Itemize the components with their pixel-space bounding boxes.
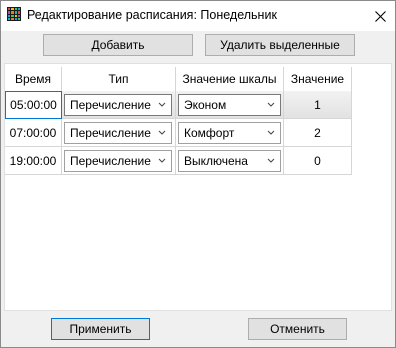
scale-value-cell: Выключена xyxy=(176,147,284,175)
time-cell[interactable]: 05:00:00 xyxy=(5,91,62,119)
window-title: Редактирование расписания: Понедельник xyxy=(27,8,277,22)
apply-button[interactable]: Применить xyxy=(51,318,150,340)
toolbar: Добавить Удалить выделенные xyxy=(1,31,395,61)
scale-value-cell: Эконом xyxy=(176,91,284,119)
chevron-down-icon xyxy=(267,158,275,163)
chevron-down-icon xyxy=(267,130,275,135)
column-header-scale-value[interactable]: Значение шкалы xyxy=(176,67,284,91)
table-row[interactable]: 07:00:00 Перечисление Комфорт 2 xyxy=(5,119,355,147)
chevron-down-icon xyxy=(158,102,166,107)
column-header-time[interactable]: Время xyxy=(5,67,62,91)
time-cell[interactable]: 19:00:00 xyxy=(5,147,62,175)
type-cell: Перечисление xyxy=(62,147,176,175)
scale-value-dropdown[interactable]: Эконом xyxy=(178,94,281,116)
title-bar: Редактирование расписания: Понедельник xyxy=(1,1,395,31)
chevron-down-icon xyxy=(267,102,275,107)
close-icon xyxy=(374,10,386,22)
column-header-value[interactable]: Значение xyxy=(284,67,352,91)
table-row[interactable]: 05:00:00 Перечисление Эконом 1 xyxy=(5,91,355,119)
dialog-footer: Применить Отменить xyxy=(1,311,395,347)
table-row[interactable]: 19:00:00 Перечисление Выключена 0 xyxy=(5,147,355,175)
scale-value-dropdown-value: Комфорт xyxy=(184,126,235,140)
chevron-down-icon xyxy=(158,158,166,163)
add-button[interactable]: Добавить xyxy=(43,34,193,56)
type-dropdown-value: Перечисление xyxy=(70,98,151,112)
value-cell[interactable]: 0 xyxy=(284,147,352,175)
scale-value-dropdown[interactable]: Выключена xyxy=(178,150,281,172)
scale-value-cell: Комфорт xyxy=(176,119,284,147)
time-cell[interactable]: 07:00:00 xyxy=(5,119,62,147)
cancel-button[interactable]: Отменить xyxy=(248,318,347,340)
value-cell[interactable]: 1 xyxy=(284,91,352,119)
chevron-down-icon xyxy=(158,130,166,135)
type-dropdown-value: Перечисление xyxy=(70,154,151,168)
type-dropdown[interactable]: Перечисление xyxy=(64,94,172,116)
schedule-grid[interactable]: Время Тип Значение шкалы Значение 05:00:… xyxy=(4,63,392,311)
delete-selected-button[interactable]: Удалить выделенные xyxy=(205,34,355,56)
column-header-type[interactable]: Тип xyxy=(62,67,176,91)
close-button[interactable] xyxy=(365,1,395,31)
type-dropdown-value: Перечисление xyxy=(70,126,151,140)
type-dropdown[interactable]: Перечисление xyxy=(64,150,172,172)
scale-value-dropdown-value: Эконом xyxy=(184,98,227,112)
type-cell: Перечисление xyxy=(62,119,176,147)
scale-value-dropdown-value: Выключена xyxy=(184,154,248,168)
schedule-editor-window: Редактирование расписания: Понедельник Д… xyxy=(0,0,396,348)
value-cell[interactable]: 2 xyxy=(284,119,352,147)
type-cell: Перечисление xyxy=(62,91,176,119)
app-grid-icon xyxy=(7,7,21,21)
type-dropdown[interactable]: Перечисление xyxy=(64,122,172,144)
scale-value-dropdown[interactable]: Комфорт xyxy=(178,122,281,144)
